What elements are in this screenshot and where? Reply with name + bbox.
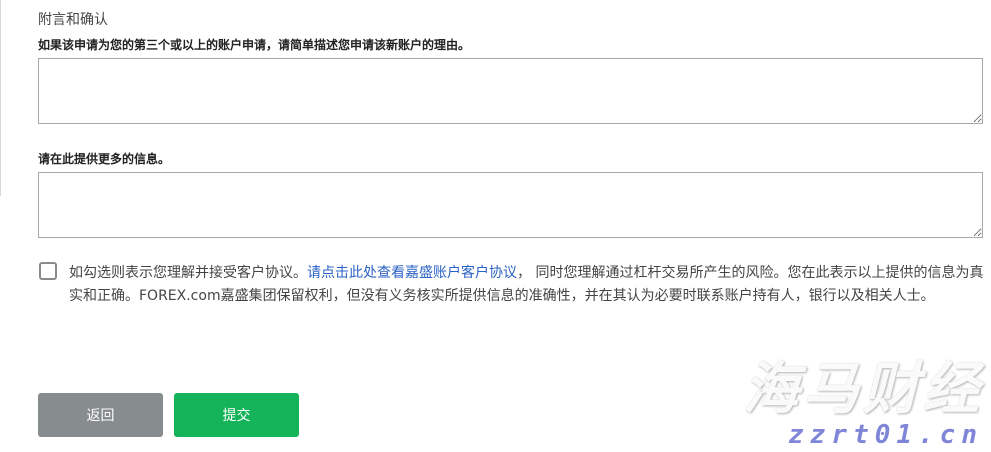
more-info-label: 请在此提供更多的信息。 xyxy=(38,152,171,166)
form-page: 附言和确认 如果该申请为您的第三个或以上的账户申请，请简单描述您申请该新账户的理… xyxy=(0,0,991,452)
watermark-title: 海马财经 xyxy=(743,357,983,422)
section-title: 附言和确认 xyxy=(38,12,108,28)
watermark: 海马财经 zzrt01.cn xyxy=(743,357,983,451)
watermark-url: zzrt01.cn xyxy=(788,420,983,450)
left-divider xyxy=(0,0,1,196)
reason-label: 如果该申请为您的第三个或以上的账户申请，请简单描述您申请该新账户的理由。 xyxy=(38,38,471,52)
agreement-text: 如勾选则表示您理解并接受客户协议。请点击此处查看嘉盛账户客户协议， 同时您理解通… xyxy=(69,262,987,308)
reason-textarea[interactable] xyxy=(38,58,983,124)
submit-button[interactable]: 提交 xyxy=(174,393,299,437)
agreement-checkbox[interactable] xyxy=(39,262,57,280)
more-info-textarea[interactable] xyxy=(38,172,983,238)
client-agreement-link[interactable]: 请点击此处查看嘉盛账户客户协议 xyxy=(307,265,517,281)
agreement-text-before: 如勾选则表示您理解并接受客户协议。 xyxy=(69,265,307,281)
back-button[interactable]: 返回 xyxy=(38,393,163,437)
